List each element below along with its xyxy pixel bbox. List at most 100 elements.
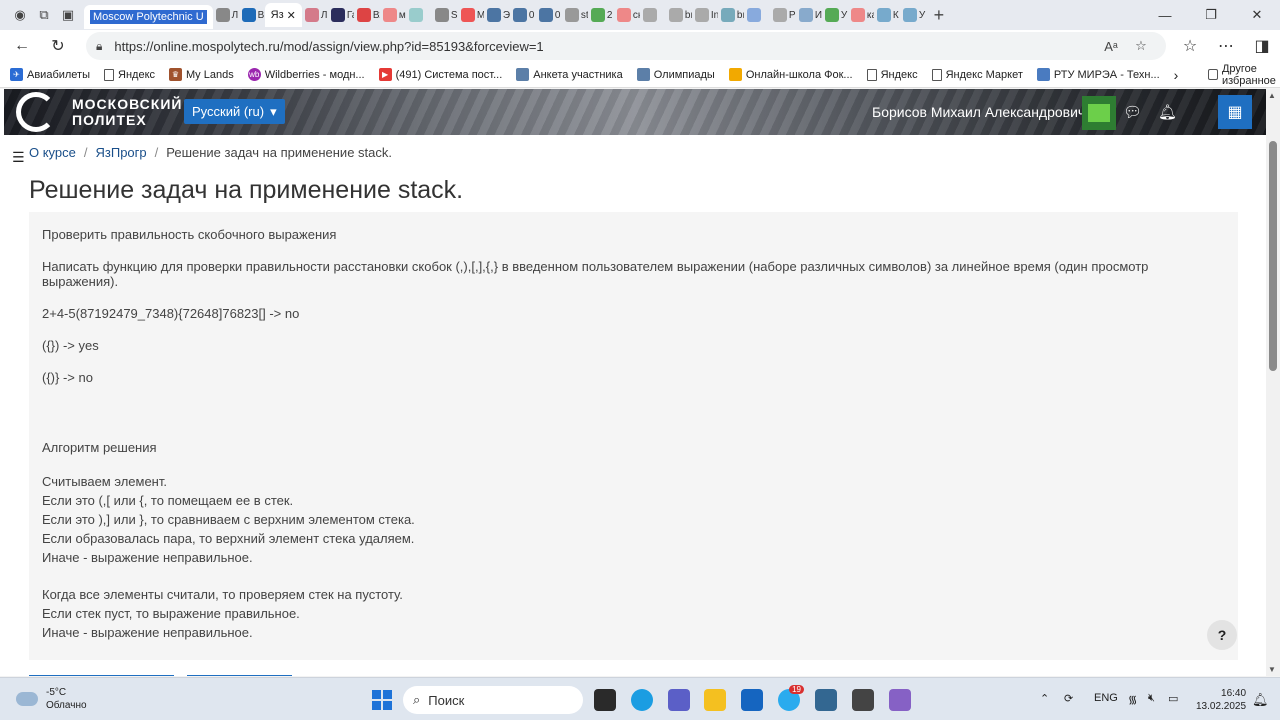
reload-icon[interactable]: ↻ [40,30,76,62]
tray-chevron-up-icon[interactable]: ⌃ [1040,692,1049,705]
language-selector[interactable]: Русский (ru) ▾ [184,99,285,124]
language-indicator[interactable]: ENG [1094,692,1118,704]
scrollbar-thumb[interactable] [1269,141,1277,371]
minimize-icon[interactable]: — [1142,0,1188,30]
sync-icon[interactable]: ⟳ [1064,692,1073,705]
bookmark-item[interactable]: Олимпиады [636,68,715,81]
breadcrumb-course[interactable]: О курсе [29,145,76,160]
tab-item[interactable]: И [796,3,822,27]
tab-item[interactable]: Л [213,3,239,27]
tab-item[interactable] [406,3,432,27]
user-name[interactable]: Борисов Михаил Александрович [872,104,1085,120]
teams-icon[interactable] [668,689,690,711]
system-clock[interactable]: 16:40 13.02.2025 [1196,687,1246,713]
bookmark-item[interactable]: ▶ (491) Система пост... [378,68,502,81]
close-window-icon[interactable]: ✕ [1234,0,1280,30]
action-button-partial[interactable] [29,675,174,676]
tab-favicon-icon [330,8,345,22]
polytech-logo-icon[interactable] [16,92,56,132]
bookmark-item[interactable]: Яндекс [104,68,155,81]
file-explorer-icon[interactable] [704,689,726,711]
tab-item[interactable]: У [822,3,848,27]
battery-icon[interactable]: ▭ [1168,692,1178,705]
bookmark-item[interactable]: ✈ Авиабилеты [10,68,90,81]
scroll-down-icon[interactable]: ▼ [1268,665,1276,674]
store-icon[interactable] [741,689,763,711]
tab-item[interactable] [744,3,770,27]
tab-item[interactable]: М [458,3,484,27]
game-icon: ♛ [169,68,183,81]
postgresql-icon[interactable] [815,689,837,711]
nav-drawer-icon[interactable]: ☰ [12,149,25,166]
messages-icon[interactable]: 💬︎ [1123,103,1142,121]
tab-item[interactable]: 0 [510,3,536,27]
task-view-icon[interactable] [594,689,616,711]
bookmark-item[interactable]: Онлайн-школа Фок... [728,68,853,81]
breadcrumb-subject[interactable]: ЯзПрогр [96,145,147,160]
notification-center-icon[interactable]: 🔔︎ [1252,692,1269,708]
help-button[interactable]: ? [1207,620,1237,650]
tab-item[interactable]: ка [848,3,874,27]
edge-icon[interactable] [631,689,653,711]
maximize-icon[interactable]: ❐ [1188,0,1234,30]
close-tab-icon[interactable]: ✕ [287,9,296,22]
scroll-up-icon[interactable]: ▲ [1268,91,1276,100]
favorite-star-icon[interactable]: ☆ [1126,38,1156,54]
address-bar[interactable]: 🔒︎ https://online.mospolytech.ru/mod/ass… [86,32,1166,60]
bookmark-item[interactable]: wb Wildberries - модн... [247,68,365,81]
tab-item[interactable]: Га [328,3,354,27]
wifi-icon[interactable]: ᯾ [1128,692,1137,707]
more-menu-icon[interactable]: ⋯ [1208,30,1244,62]
url-text[interactable]: https://online.mospolytech.ru/mod/assign… [114,39,1096,54]
tab-item[interactable]: 2 [588,3,614,27]
tab-current[interactable]: Яз ✕ [264,3,302,27]
block-drawer-button[interactable]: ▦ [1218,95,1252,129]
tab-item[interactable]: Э [484,3,510,27]
bookmark-item[interactable]: РТУ МИРЭА - Техн... [1036,68,1160,81]
tab-item[interactable]: Sı [432,3,458,27]
folder-icon [1208,69,1218,80]
chevron-right-icon[interactable]: › [1174,67,1179,83]
weather-widget[interactable]: -5°C Облачно [16,686,87,712]
tab-item[interactable]: Р [770,3,796,27]
sidebar-icon[interactable]: ◨ [1244,30,1280,62]
action-button-partial[interactable] [187,675,292,676]
start-windows-icon[interactable] [372,690,392,710]
workspaces-icon[interactable]: ⧉ [32,0,56,30]
tab-item[interactable]: st [562,3,588,27]
tab-item[interactable]: bı [718,3,744,27]
tab-item[interactable]: К [874,3,900,27]
tab-item[interactable]: bı [666,3,692,27]
back-icon[interactable]: ← [4,30,40,62]
tab-item[interactable]: м [380,3,406,27]
bookmark-item[interactable]: ♛ My Lands [169,68,234,81]
bookmark-item[interactable]: Яндекс Маркет [931,68,1023,81]
tab-item[interactable]: У [900,3,926,27]
tab-item[interactable]: In [692,3,718,27]
profile-icon[interactable]: ◉ [8,0,32,30]
tab-item[interactable]: Л [302,3,328,27]
avatar[interactable] [1082,96,1116,130]
solitaire-icon[interactable] [852,689,874,711]
volume-muted-icon[interactable]: 🔇︎ [1148,692,1155,705]
page-scrollbar[interactable]: ▲ ▼ [1266,89,1280,676]
bookmark-item[interactable]: Яндекс [866,68,918,81]
site-logo-text[interactable]: МОСКОВСКИЙ ПОЛИТЕХ [72,96,182,128]
tab-item[interactable]: В [239,3,265,27]
read-aloud-icon[interactable]: Aᵃ [1096,39,1126,54]
new-tab-button[interactable]: + [926,5,952,26]
other-favorites[interactable]: Другое избранное [1208,63,1280,87]
favorites-icon[interactable]: ☆ [1172,30,1208,62]
tab-moscow-polytechnic[interactable]: Moscow Polytechnic U [84,5,213,29]
notifications-bell-icon[interactable]: 🔔︎ [1158,103,1177,121]
tab-item[interactable]: Вх [354,3,380,27]
tab-item[interactable] [640,3,666,27]
lock-icon[interactable]: 🔒︎ [96,39,102,54]
tab-item[interactable]: 0 [536,3,562,27]
telegram-icon[interactable]: 19 [778,685,804,711]
bookmark-item[interactable]: Анкета участника [516,68,623,81]
taskbar-search[interactable]: ⌕ Поиск [403,686,583,714]
tab-item[interactable]: ск [614,3,640,27]
visual-studio-icon[interactable] [889,689,911,711]
tab-actions-icon[interactable]: ▣ [56,0,80,30]
